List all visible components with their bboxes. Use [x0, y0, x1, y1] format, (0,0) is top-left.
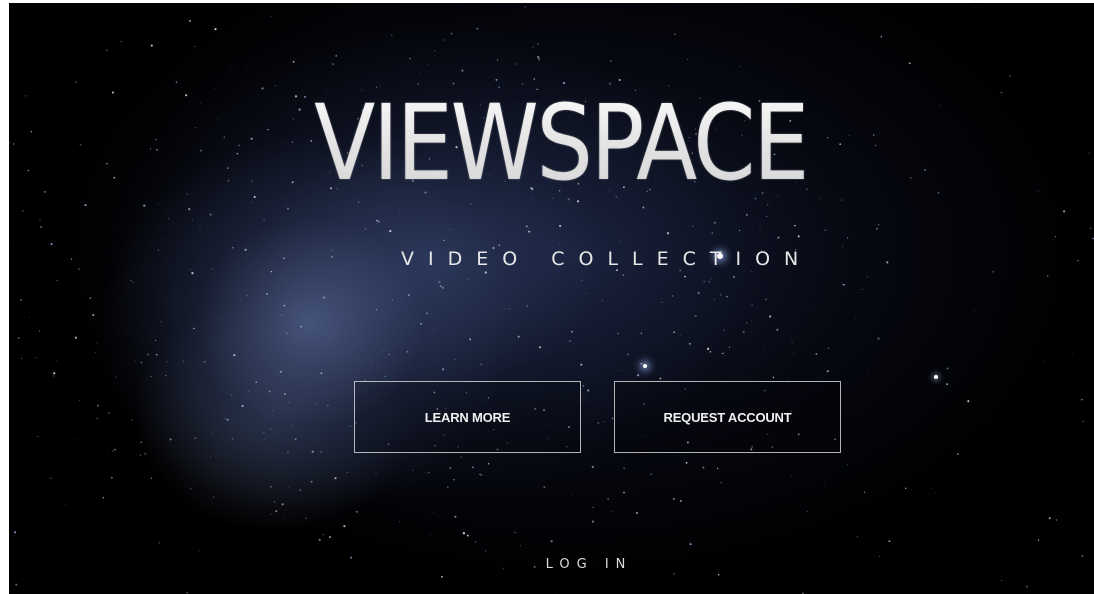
request-account-button[interactable]: REQUEST ACCOUNT: [614, 381, 841, 453]
learn-more-label: LEARN MORE: [424, 409, 511, 425]
request-account-label: REQUEST ACCOUNT: [663, 409, 792, 425]
collection-subtitle: VIDEO COLLECTION: [401, 248, 813, 270]
hero-frame: VIEWSPACE VIDEO COLLECTION LEARN MORE RE…: [9, 3, 1094, 594]
viewspace-logo: VIEWSPACE: [309, 91, 812, 195]
hero-content: VIEWSPACE VIDEO COLLECTION LEARN MORE RE…: [9, 3, 1094, 594]
learn-more-button[interactable]: LEARN MORE: [354, 381, 581, 453]
log-in-link[interactable]: LOG IN: [489, 557, 689, 572]
